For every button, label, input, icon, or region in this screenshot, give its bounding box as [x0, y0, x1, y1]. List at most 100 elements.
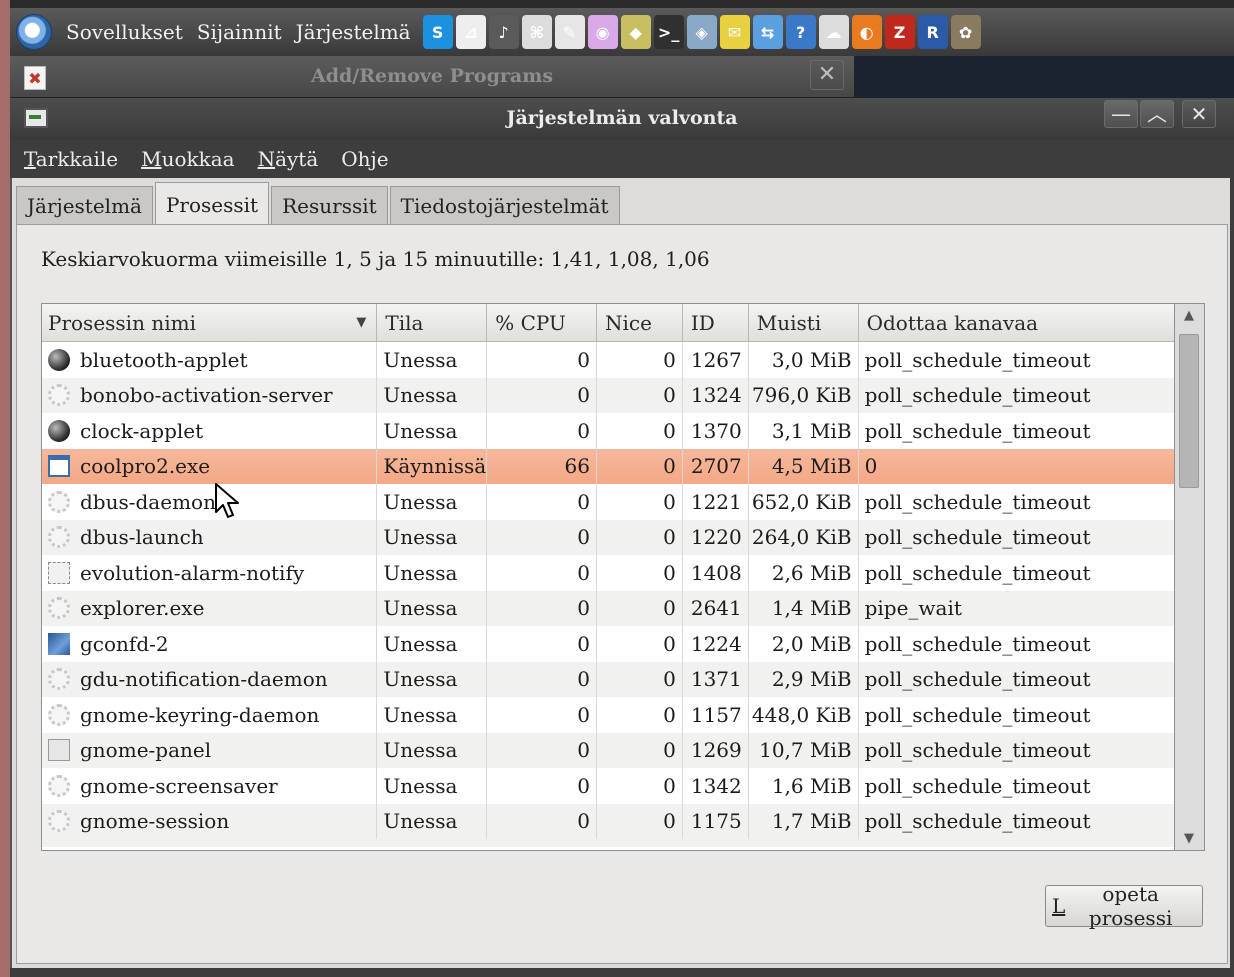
- package-icon[interactable]: ◆: [620, 15, 651, 49]
- minimize-button[interactable]: —: [1104, 100, 1138, 128]
- state-cell: Unessa: [377, 697, 488, 733]
- process-panel-icon: [48, 739, 70, 762]
- table-row[interactable]: bluetooth-applet Unessa 0 0 1267 3,0 MiB poll_…: [42, 342, 1174, 378]
- memory-cell: 10,7 MiB: [749, 732, 859, 768]
- tab-resources[interactable]: Resurssit: [271, 186, 388, 224]
- firefox-icon[interactable]: ◐: [851, 15, 882, 49]
- process-ball-icon: [48, 348, 70, 371]
- column-header-memory[interactable]: Muisti: [749, 304, 859, 341]
- panel-menu-system[interactable]: Järjestelmä: [296, 20, 411, 44]
- column-header-id[interactable]: ID: [683, 304, 749, 341]
- process-name-label: evolution-alarm-notify: [80, 560, 305, 585]
- state-cell: Unessa: [377, 519, 488, 555]
- background-window-close-button[interactable]: ✕: [810, 60, 844, 90]
- mouse-cursor-icon: [215, 483, 239, 518]
- process-name-cell: dbus-launch: [42, 519, 378, 555]
- table-scrollbar[interactable]: ▲ ▼: [1175, 303, 1205, 851]
- table-row[interactable]: bonobo-activation-server Unessa 0 0 1324 796,…: [42, 377, 1174, 413]
- sort-descending-icon: ▼: [356, 315, 367, 330]
- tab-bar: Järjestelmä Prosessit Resurssit Tiedosto…: [16, 182, 622, 226]
- process-name-label: gconfd-2: [80, 631, 169, 656]
- memory-cell: 652,0 KiB: [749, 484, 859, 520]
- state-cell: Unessa: [377, 626, 488, 662]
- cpu-cell: 0: [487, 803, 597, 839]
- table-row[interactable]: gconfd-2 Unessa 0 0 1224 2,0 MiB poll_schedule…: [42, 626, 1174, 662]
- column-header-state[interactable]: Tila: [377, 304, 488, 341]
- process-table[interactable]: Prosessin nimi ▼ Tila % CPU Nice ID Muis…: [41, 303, 1175, 851]
- process-name-cell: clock-applet: [42, 413, 378, 449]
- main-menu-logo-icon[interactable]: [16, 14, 52, 50]
- state-cell: Unessa: [377, 661, 488, 697]
- process-name-label: bluetooth-applet: [80, 347, 248, 372]
- table-row[interactable]: gnome-panel Unessa 0 0 1269 10,7 MiB poll_sche…: [42, 732, 1174, 768]
- network-icon[interactable]: ⇆: [752, 15, 783, 49]
- table-row[interactable]: explorer.exe Unessa 0 0 2641 1,4 MiB pipe_wait: [42, 590, 1174, 626]
- menu-view-label: äytä: [275, 147, 319, 171]
- table-row[interactable]: gdu-notification-daemon Unessa 0 0 1371 2,9 M…: [42, 661, 1174, 697]
- waiting-channel-cell: 0: [864, 454, 878, 479]
- inkscape-icon[interactable]: ✎: [554, 15, 585, 49]
- table-row[interactable]: dbus-launch Unessa 0 0 1220 264,0 KiB poll_sch…: [42, 519, 1174, 555]
- pid-cell: 1267: [683, 342, 749, 378]
- column-header-process-name[interactable]: Prosessin nimi ▼: [42, 304, 378, 341]
- nice-cell: 0: [597, 661, 683, 697]
- image-viewer-icon[interactable]: ⌘: [521, 15, 552, 49]
- column-header-waiting-channel[interactable]: Odottaa kanavaa: [859, 304, 1174, 341]
- menu-help[interactable]: Ohje: [341, 147, 388, 171]
- cpu-cell: 66: [487, 448, 597, 484]
- table-row[interactable]: clock-applet Unessa 0 0 1370 3,1 MiB poll_sche…: [42, 413, 1174, 449]
- panel-menu-applications[interactable]: Sovellukset: [66, 20, 183, 44]
- process-name-label: gnome-session: [80, 809, 230, 834]
- memory-cell: 1,6 MiB: [749, 768, 859, 804]
- chart-app-icon[interactable]: ⊿: [455, 15, 486, 49]
- table-row[interactable]: evolution-alarm-notify Unessa 0 0 1408 2,6 Mi…: [42, 555, 1174, 591]
- table-row[interactable]: gnome-screensaver Unessa 0 0 1342 1,6 MiB poll…: [42, 768, 1174, 804]
- process-name-label: explorer.exe: [80, 596, 205, 621]
- cpu-cell: 0: [487, 661, 597, 697]
- menu-help-label-end: je: [370, 147, 389, 171]
- scroll-up-icon[interactable]: ▲: [1175, 308, 1203, 323]
- menu-monitor[interactable]: Tarkkaile: [24, 147, 118, 171]
- column-header-nice[interactable]: Nice: [597, 304, 683, 341]
- menu-view[interactable]: Näytä: [258, 147, 319, 171]
- end-process-button[interactable]: Lopeta prosessi: [1045, 882, 1203, 930]
- tab-file-systems[interactable]: Tiedostojärjestelmät: [389, 186, 620, 224]
- waiting-channel-cell: poll_schedule_timeout: [864, 489, 1091, 514]
- table-row-selected[interactable]: coolpro2.exe Käynnissä 66 0 2707 4,5 MiB 0: [42, 448, 1174, 484]
- cd-burner-icon[interactable]: ◉: [587, 15, 618, 49]
- gimp-icon[interactable]: ✿: [950, 15, 981, 49]
- tomboy-icon[interactable]: ☁: [818, 15, 849, 49]
- pid-cell: 1408: [683, 555, 749, 591]
- menu-edit[interactable]: Muokkaa: [141, 147, 235, 171]
- maximize-button[interactable]: ︿: [1140, 100, 1174, 128]
- table-row[interactable]: gnome-keyring-daemon Unessa 0 0 1157 448,0 Ki…: [42, 697, 1174, 733]
- help-icon[interactable]: ?: [785, 15, 816, 49]
- background-window[interactable]: ✖ Add/Remove Programs ✕: [10, 56, 854, 98]
- r-icon[interactable]: R: [917, 15, 948, 49]
- tab-system[interactable]: Järjestelmä: [16, 186, 153, 224]
- skype-icon[interactable]: S: [422, 15, 453, 49]
- scrollbar-thumb[interactable]: [1179, 334, 1199, 488]
- window-titlebar[interactable]: Järjestelmän valvonta — ︿ ✕: [10, 98, 1234, 140]
- table-row[interactable]: dbus-daemon Unessa 0 0 1221 652,0 KiB poll_sch…: [42, 484, 1174, 520]
- process-win-icon: [48, 455, 70, 478]
- memory-cell: 1,4 MiB: [749, 590, 859, 626]
- process-gear-icon: [48, 384, 70, 407]
- process-name-label: gdu-notification-daemon: [80, 667, 328, 692]
- pid-cell: 1370: [683, 413, 749, 449]
- remote-desktop-icon[interactable]: ◈: [686, 15, 717, 49]
- tab-processes[interactable]: Prosessit: [154, 182, 270, 226]
- terminal-icon[interactable]: >_: [653, 15, 684, 49]
- filezilla-icon[interactable]: Z: [884, 15, 915, 49]
- audio-icon[interactable]: ♪: [488, 15, 519, 49]
- column-header-cpu[interactable]: % CPU: [487, 304, 598, 341]
- panel-menu-places[interactable]: Sijainnit: [197, 20, 282, 44]
- state-cell: Unessa: [377, 484, 488, 520]
- close-button[interactable]: ✕: [1182, 100, 1216, 128]
- process-name-label: bonobo-activation-server: [80, 383, 333, 408]
- easytag-icon[interactable]: ✉: [719, 15, 750, 49]
- scroll-down-icon[interactable]: ▼: [1175, 831, 1203, 846]
- process-name-cell: gnome-panel: [42, 732, 378, 768]
- memory-cell: 2,9 MiB: [749, 661, 859, 697]
- table-row[interactable]: gnome-session Unessa 0 0 1175 1,7 MiB poll_sch…: [42, 803, 1174, 839]
